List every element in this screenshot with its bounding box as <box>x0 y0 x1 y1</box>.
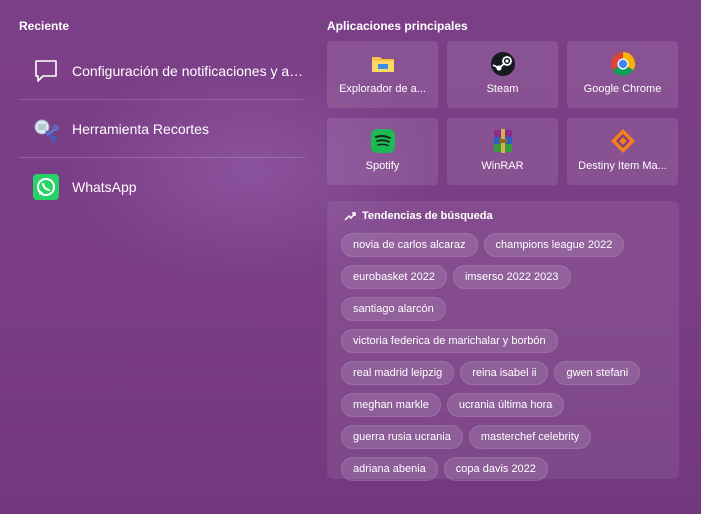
app-tile-label: Explorador de a... <box>339 83 426 95</box>
search-trends-panel: Tendencias de búsqueda novia de carlos a… <box>327 201 679 481</box>
app-tile-label: WinRAR <box>481 160 524 172</box>
trend-chip[interactable]: santiago alarcón <box>341 297 446 321</box>
chrome-icon <box>610 51 636 77</box>
trend-chip[interactable]: masterchef celebrity <box>468 425 592 449</box>
file-explorer-icon <box>370 51 396 77</box>
search-trends-title: Tendencias de búsqueda <box>362 210 493 222</box>
steam-icon <box>490 51 516 77</box>
trend-chip[interactable]: guerra rusia ucrania <box>341 425 463 449</box>
recent-item-label: Configuración de notificaciones y acc... <box>72 62 305 79</box>
trend-chip[interactable]: champions league 2022 <box>483 233 625 257</box>
app-tile-label: Google Chrome <box>583 83 662 95</box>
recent-item-snipping-tool[interactable]: Herramienta Recortes <box>19 100 305 157</box>
trend-chip-row: adriana abenia copa davis 2022 <box>341 457 671 481</box>
whatsapp-icon <box>32 173 60 201</box>
trend-chips: novia de carlos alcaraz champions league… <box>341 233 671 489</box>
top-apps-title: Aplicaciones principales <box>327 19 468 33</box>
trend-chip[interactable]: ucrania última hora <box>446 393 565 417</box>
snipping-tool-icon <box>32 115 60 143</box>
app-tile-winrar[interactable]: WinRAR <box>447 118 558 185</box>
trend-chip[interactable]: novia de carlos alcaraz <box>341 233 478 257</box>
app-tile-label: Spotify <box>365 160 400 172</box>
app-tile-steam[interactable]: Steam <box>447 41 558 108</box>
trend-chip[interactable]: reina isabel ii <box>460 361 549 385</box>
trend-chip[interactable]: victoria federica de marichalar y borbón <box>341 329 558 353</box>
app-tile-spotify[interactable]: Spotify <box>327 118 438 185</box>
trend-chip[interactable]: real madrid leipzig <box>341 361 455 385</box>
recent-item-notification-settings[interactable]: Configuración de notificaciones y acc... <box>19 42 305 99</box>
trend-chip[interactable]: gwen stefani <box>554 361 641 385</box>
trend-chip-row: santiago alarcón <box>341 297 671 321</box>
trend-chip[interactable]: copa davis 2022 <box>443 457 548 481</box>
trend-chip[interactable]: imserso 2022 2023 <box>452 265 571 289</box>
trend-chip[interactable]: adriana abenia <box>341 457 438 481</box>
recent-item-label: WhatsApp <box>72 178 137 195</box>
trend-chip-row: guerra rusia ucrania masterchef celebrit… <box>341 425 671 449</box>
trend-chip-row: victoria federica de marichalar y borbón <box>341 329 671 353</box>
app-tile-label: Steam <box>486 83 519 95</box>
search-trends-header: Tendencias de búsqueda <box>344 210 493 222</box>
notification-settings-icon <box>32 57 60 85</box>
spotify-icon <box>370 128 396 154</box>
recent-item-label: Herramienta Recortes <box>72 120 209 137</box>
destiny-item-manager-icon <box>610 128 636 154</box>
app-tile-destiny-item-manager[interactable]: Destiny Item Ma... <box>567 118 678 185</box>
trend-chip-row: novia de carlos alcaraz champions league… <box>341 233 671 257</box>
winrar-icon <box>490 128 516 154</box>
app-tile-label: Destiny Item Ma... <box>578 160 667 172</box>
recent-title: Reciente <box>19 19 70 33</box>
trend-chip[interactable]: meghan markle <box>341 393 441 417</box>
app-tile-google-chrome[interactable]: Google Chrome <box>567 41 678 108</box>
trend-chip-row: eurobasket 2022 imserso 2022 2023 <box>341 265 671 289</box>
recent-item-whatsapp[interactable]: WhatsApp <box>19 158 305 215</box>
app-tile-file-explorer[interactable]: Explorador de a... <box>327 41 438 108</box>
recent-list: Configuración de notificaciones y acc...… <box>19 42 305 215</box>
trend-chip-row: real madrid leipzig reina isabel ii gwen… <box>341 361 671 385</box>
trend-chip-row: meghan markle ucrania última hora <box>341 393 671 417</box>
trending-up-icon <box>344 212 356 221</box>
trend-chip[interactable]: eurobasket 2022 <box>341 265 447 289</box>
